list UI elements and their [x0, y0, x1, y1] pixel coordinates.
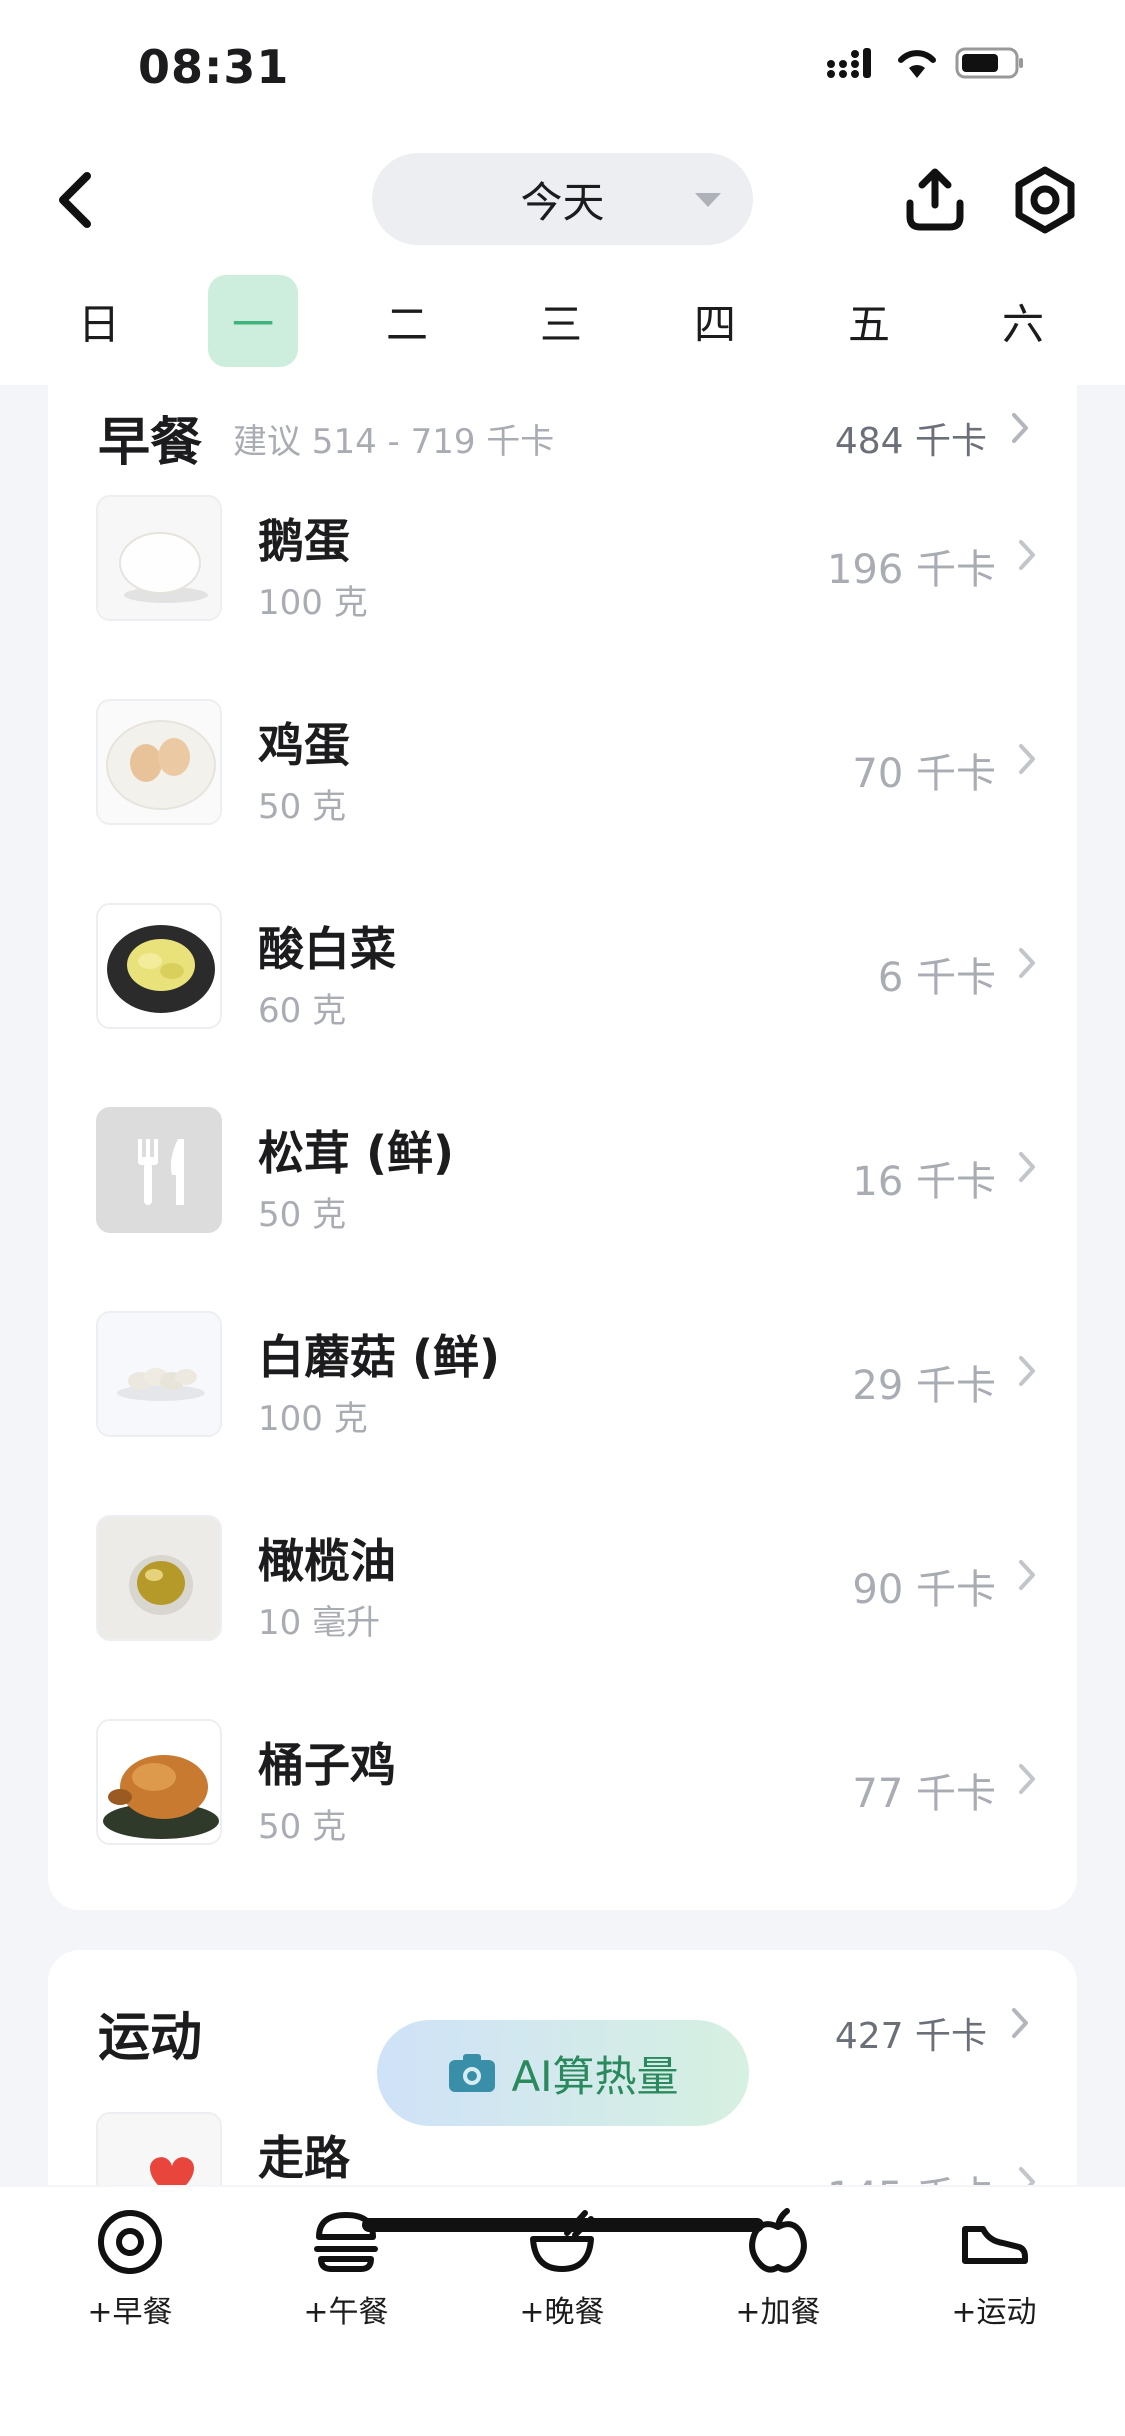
tab-label: +早餐: [87, 2295, 173, 2330]
chevron-right-icon: [1012, 2008, 1028, 2038]
roast-chicken-thumb: [96, 1719, 222, 1845]
chevron-right-icon: [1019, 2167, 1035, 2185]
shoe-icon: [962, 2226, 1028, 2264]
status-icons: [825, 46, 1025, 80]
caret-down-icon: [695, 193, 721, 207]
food-name: 白蘑菇 (鲜): [258, 1330, 501, 1384]
weekday-wed[interactable]: 三: [516, 275, 606, 367]
food-name: 鹅蛋: [258, 514, 350, 568]
battery-icon: [955, 47, 1023, 79]
weekday-sun[interactable]: 日: [54, 275, 144, 367]
food-name: 橄榄油: [258, 1534, 396, 1588]
food-amount: 50 克: [258, 1195, 347, 1235]
food-name: 酸白菜: [258, 922, 396, 976]
tab-label: +晚餐: [519, 2295, 605, 2330]
chevron-left-icon: [59, 172, 91, 228]
food-row[interactable]: 鹅蛋 100 克 196 千卡: [96, 495, 1056, 625]
food-name: 鸡蛋: [258, 718, 350, 772]
weekday-strip: 日 一 二 三 四 五 六: [0, 275, 1125, 367]
breakfast-card: 早餐 建议 514 - 719 千卡 484 千卡 鹅蛋 100 克 196 千…: [48, 385, 1077, 1910]
food-amount: 50 克: [258, 787, 347, 827]
tab-label: +午餐: [303, 2295, 389, 2330]
exercise-title: 运动: [98, 2008, 203, 2068]
food-kcal: 90 千卡: [852, 1567, 996, 1613]
sauerkraut-thumb: [96, 903, 222, 1029]
chevron-right-icon: [1019, 1764, 1035, 1794]
breakfast-title: 早餐: [98, 413, 203, 473]
food-row[interactable]: 酸白菜 60 克 6 千卡: [96, 903, 1056, 1033]
chevron-right-icon: [1019, 744, 1035, 774]
ai-calorie-label: AI算热量: [511, 2051, 679, 2101]
chevron-right-icon: [1019, 1560, 1035, 1590]
weekday-sat[interactable]: 六: [978, 275, 1068, 367]
weekday-mon[interactable]: 一: [208, 275, 298, 367]
egg-icon: [98, 2210, 162, 2274]
heart-icon: [96, 2112, 222, 2185]
date-selector[interactable]: 今天: [372, 153, 753, 245]
chevron-right-icon: [1019, 948, 1035, 978]
weekday-thu[interactable]: 四: [670, 275, 760, 367]
weekday-tue[interactable]: 二: [362, 275, 452, 367]
food-row[interactable]: 白蘑菇 (鲜) 100 克 29 千卡: [96, 1311, 1056, 1441]
food-amount: 100 克: [258, 1399, 368, 1439]
back-button[interactable]: [40, 165, 110, 235]
signal-icon: [827, 48, 871, 78]
share-icon: [906, 168, 964, 231]
food-row[interactable]: 鸡蛋 50 克 70 千卡: [96, 699, 1056, 829]
tab-label: +运动: [951, 2295, 1037, 2330]
goose-egg-thumb: [96, 495, 222, 621]
food-row[interactable]: 桶子鸡 50 克 77 千卡: [96, 1719, 1056, 1849]
breakfast-hint: 建议 514 - 719 千卡: [233, 422, 555, 462]
weekday-fri[interactable]: 五: [824, 275, 914, 367]
food-row[interactable]: 橄榄油 10 毫升 90 千卡: [96, 1515, 1056, 1645]
food-name: 松茸 (鲜): [258, 1126, 455, 1180]
home-indicator[interactable]: [362, 2218, 764, 2232]
food-kcal: 196 千卡: [826, 547, 996, 593]
breakfast-total: 484 千卡: [834, 421, 987, 462]
food-amount: 100 克: [258, 583, 368, 623]
mushrooms-thumb: [96, 1311, 222, 1437]
food-kcal: 70 千卡: [852, 751, 996, 797]
food-name: 桶子鸡: [258, 1738, 396, 1792]
food-kcal: 16 千卡: [852, 1159, 996, 1205]
food-kcal: 77 千卡: [852, 1771, 996, 1817]
food-row[interactable]: 松茸 (鲜) 50 克 16 千卡: [96, 1107, 1056, 1237]
utensils-icon: [96, 1107, 222, 1233]
bottom-tab-bar: +早餐 +午餐 +晚餐 +加餐 +运动: [0, 2187, 1125, 2436]
exercise-total: 427 千卡: [834, 2016, 987, 2057]
eggs-thumb: [96, 699, 222, 825]
settings-button[interactable]: [1010, 165, 1080, 235]
tab-add-breakfast[interactable]: +早餐: [60, 2207, 200, 2347]
tab-label: +加餐: [735, 2295, 821, 2330]
food-amount: 60 克: [258, 991, 347, 1031]
chevron-right-icon: [1019, 1356, 1035, 1386]
food-amount: 50 克: [258, 1807, 347, 1847]
ai-calorie-button[interactable]: AI算热量: [377, 2020, 749, 2126]
food-kcal: 6 千卡: [877, 955, 996, 1001]
status-bar: 08:31: [0, 0, 1125, 135]
chevron-right-icon: [1012, 413, 1028, 443]
exercise-kcal: 145 千卡: [827, 2164, 996, 2185]
diary-content[interactable]: 早餐 建议 514 - 719 千卡 484 千卡 鹅蛋 100 克 196 千…: [0, 385, 1125, 2185]
date-label: 今天: [520, 177, 605, 227]
wifi-icon: [898, 50, 936, 78]
tab-add-exercise[interactable]: +运动: [924, 2207, 1064, 2347]
chevron-right-icon: [1019, 540, 1035, 570]
chevron-right-icon: [1019, 1152, 1035, 1182]
exercise-name: 走路: [258, 2131, 350, 2185]
top-bar: 今天 日 一 二 三 四 五 六: [0, 135, 1125, 385]
olive-oil-thumb: [96, 1515, 222, 1641]
food-amount: 10 毫升: [258, 1603, 381, 1643]
share-button[interactable]: [900, 165, 970, 235]
status-time: 08:31: [138, 40, 290, 94]
camera-icon: [449, 2054, 496, 2092]
gear-icon: [1015, 166, 1075, 234]
food-kcal: 29 千卡: [852, 1363, 996, 1409]
breakfast-header[interactable]: 早餐 建议 514 - 719 千卡 484 千卡: [98, 400, 1047, 473]
